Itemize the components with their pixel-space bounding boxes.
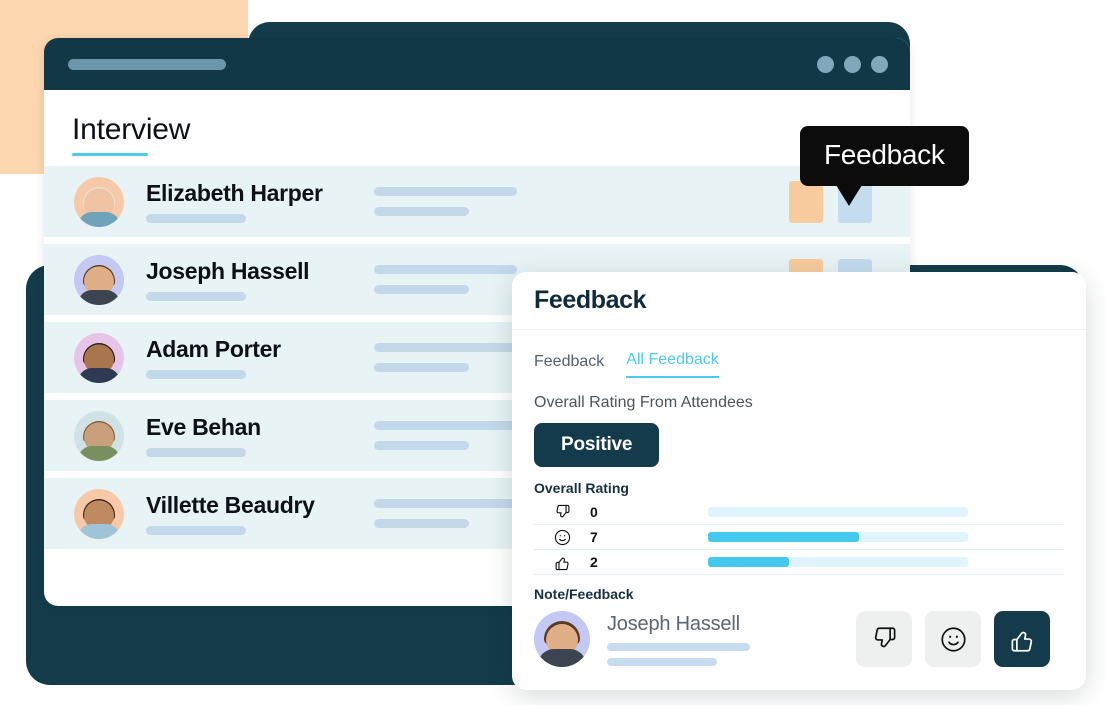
feedback-tabs: Feedback All Feedback: [534, 344, 1064, 378]
row-placeholder-lines: [374, 187, 789, 216]
rating-bar-track: [708, 557, 968, 567]
smiley-icon: [534, 529, 590, 546]
feedback-panel-header: Feedback: [512, 272, 1086, 330]
feedback-tooltip: Feedback: [800, 126, 969, 206]
candidate-name: Joseph Hassell: [146, 257, 310, 284]
overall-rating-label: Overall Rating: [534, 480, 629, 496]
rating-bar-fill: [708, 557, 789, 567]
avatar: [534, 611, 590, 667]
window-controls[interactable]: [817, 55, 888, 73]
rating-bar-track: [708, 507, 968, 517]
avatar: [74, 410, 124, 461]
note-placeholder-line-1: [607, 642, 750, 651]
titlebar-placeholder-bar: [68, 58, 226, 70]
rating-count: 7: [590, 529, 598, 545]
avatar: [74, 332, 124, 383]
avatar: [74, 488, 124, 539]
rating-count: 0: [590, 504, 598, 520]
feedback-panel-title: Feedback: [534, 286, 647, 314]
table-row[interactable]: Elizabeth Harper: [44, 166, 910, 237]
rating-row: 0: [534, 500, 1064, 525]
note-action-buttons: [856, 611, 1050, 667]
candidate-subtitle-placeholder: [146, 448, 246, 458]
note-feedback-row: Joseph Hassell: [534, 611, 1064, 667]
candidate-name: Villette Beaudry: [146, 491, 315, 518]
avatar: [74, 254, 124, 305]
candidate-name: Elizabeth Harper: [146, 179, 323, 206]
rating-row: 2: [534, 550, 1064, 575]
window-dot-2[interactable]: [844, 55, 861, 73]
window-dot-3[interactable]: [871, 55, 888, 73]
candidate-subtitle-placeholder: [146, 292, 246, 302]
overall-sentiment-badge[interactable]: Positive: [534, 423, 660, 467]
note-placeholder-line-2: [607, 657, 717, 666]
tab-feedback[interactable]: Feedback: [534, 353, 604, 378]
thumbs-up-icon: [534, 554, 590, 571]
page-title: Interview: [72, 113, 191, 146]
candidate-name: Eve Behan: [146, 413, 261, 440]
rating-bar-track: [708, 532, 968, 542]
thumbs-up-button[interactable]: [994, 611, 1050, 667]
feedback-panel: Feedback Feedback All Feedback Overall R…: [512, 272, 1086, 690]
page-title-underline: [72, 152, 148, 156]
candidate-subtitle-placeholder: [146, 370, 246, 380]
thumbs-down-button[interactable]: [856, 611, 912, 667]
screenshot-stage: Interview Elizabeth Harper Joseph Hassel…: [0, 0, 1106, 705]
note-author-name: Joseph Hassell: [607, 612, 740, 635]
smiley-button[interactable]: [925, 611, 981, 667]
note-feedback-label: Note/Feedback: [534, 586, 634, 602]
candidate-name: Adam Porter: [146, 335, 281, 362]
rating-bar-fill: [708, 532, 859, 542]
page-header: Interview: [44, 90, 910, 166]
rating-count: 2: [590, 554, 598, 570]
overall-rating-chart: 0 7 2: [534, 500, 1064, 575]
status-tile-orange[interactable]: [789, 180, 823, 223]
window-titlebar: [44, 38, 910, 90]
avatar: [74, 176, 124, 227]
feedback-panel-body: Feedback All Feedback Overall Rating Fro…: [512, 330, 1086, 667]
candidate-subtitle-placeholder: [146, 526, 246, 536]
rating-row: 7: [534, 525, 1064, 550]
candidate-subtitle-placeholder: [146, 214, 246, 224]
tab-all-feedback[interactable]: All Feedback: [626, 351, 719, 378]
window-dot-1[interactable]: [817, 55, 834, 73]
thumbs-down-icon: [534, 504, 590, 521]
overall-rating-from-attendees-label: Overall Rating From Attendees: [534, 394, 753, 411]
